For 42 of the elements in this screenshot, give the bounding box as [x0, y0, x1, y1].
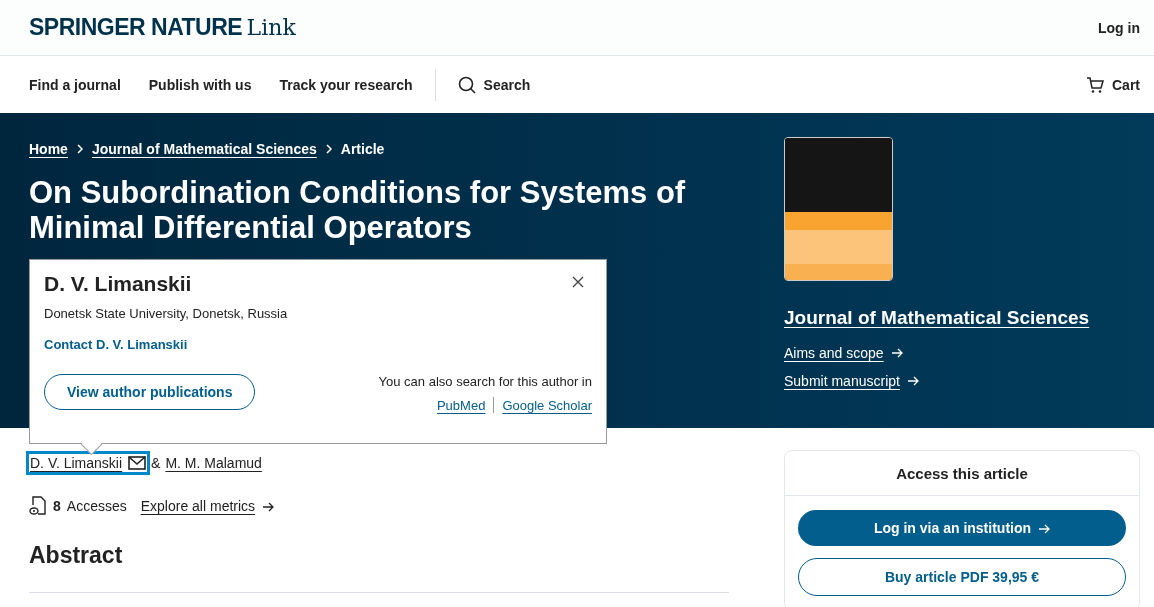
close-icon[interactable] — [572, 276, 584, 288]
nav-link[interactable]: Publish with us — [148, 76, 252, 93]
search-note: You can also search for this author in — [378, 374, 592, 389]
author-separator: & — [151, 455, 161, 471]
search-link[interactable]: Search — [457, 75, 531, 94]
author-name: D. V. Limanskii — [44, 272, 192, 296]
institution-login-button[interactable]: Log in via an institution — [798, 510, 1126, 546]
cart-link[interactable]: Cart — [1086, 75, 1140, 94]
cart-icon — [1086, 75, 1104, 94]
search-link[interactable]: Google Scholar — [502, 397, 592, 413]
arrow-icon — [906, 376, 919, 386]
document-eye-icon — [29, 496, 47, 516]
arrow-icon — [262, 502, 275, 513]
breadcrumb-link[interactable]: Home — [29, 141, 68, 157]
journal-link[interactable]: Submit manuscript — [784, 373, 919, 389]
access-count: 8 — [53, 498, 61, 514]
journal-cover-image[interactable] — [784, 137, 893, 281]
buy-pdf-button[interactable]: Buy article PDF 39,95 € — [798, 558, 1126, 596]
metrics-link[interactable]: Explore all metrics — [140, 498, 275, 514]
search-icon — [457, 75, 476, 94]
view-publications-button[interactable]: View author publications — [44, 374, 256, 410]
author-link[interactable]: D. V. Limanskii — [29, 454, 148, 472]
search-link[interactable]: PubMed — [436, 397, 486, 413]
access-label: Accesses — [66, 498, 127, 514]
breadcrumb-link[interactable]: Journal of Mathematical Sciences — [91, 141, 317, 157]
journal-link[interactable]: Journal of Mathematical Sciences — [784, 307, 1090, 329]
arrow-icon — [1038, 524, 1051, 535]
login-link[interactable]: Log in — [1098, 19, 1140, 36]
nav-link[interactable]: Find a journal — [29, 76, 121, 93]
arrow-icon — [890, 348, 903, 358]
article-title: On Subordination Conditions for Systems of Minimal Differential Operators — [29, 175, 687, 245]
author-affiliation: Donetsk State University, Donetsk, Russia — [44, 306, 289, 321]
card-title: Access this article — [785, 451, 1139, 496]
chevron-icon — [75, 144, 84, 154]
site-logo[interactable]: SPRINGER NATURE Link — [29, 14, 296, 41]
journal-link[interactable]: Aims and scope — [784, 345, 903, 361]
contact-link[interactable]: Contact D. V. Limanskii — [44, 337, 592, 352]
section-heading: Abstract — [29, 542, 124, 569]
breadcrumb-current: Article — [340, 141, 385, 157]
author-link[interactable]: M. M. Malamud — [164, 454, 263, 472]
chevron-icon — [324, 144, 333, 154]
nav-link[interactable]: Track your research — [279, 76, 413, 93]
